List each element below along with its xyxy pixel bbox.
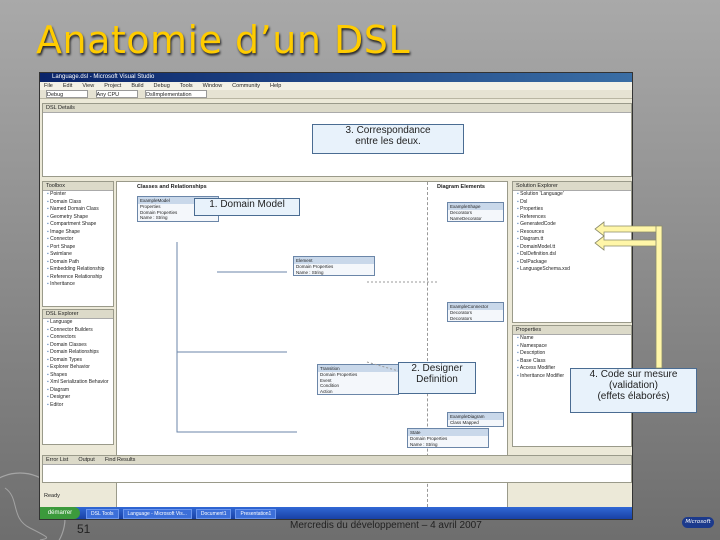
microsoft-logo: Microsoft [682, 517, 714, 528]
slide-footer: Mercredis du développement – 4 avril 200… [290, 520, 482, 531]
callout-arrows [594, 221, 663, 369]
page-number: 51 [77, 522, 91, 536]
